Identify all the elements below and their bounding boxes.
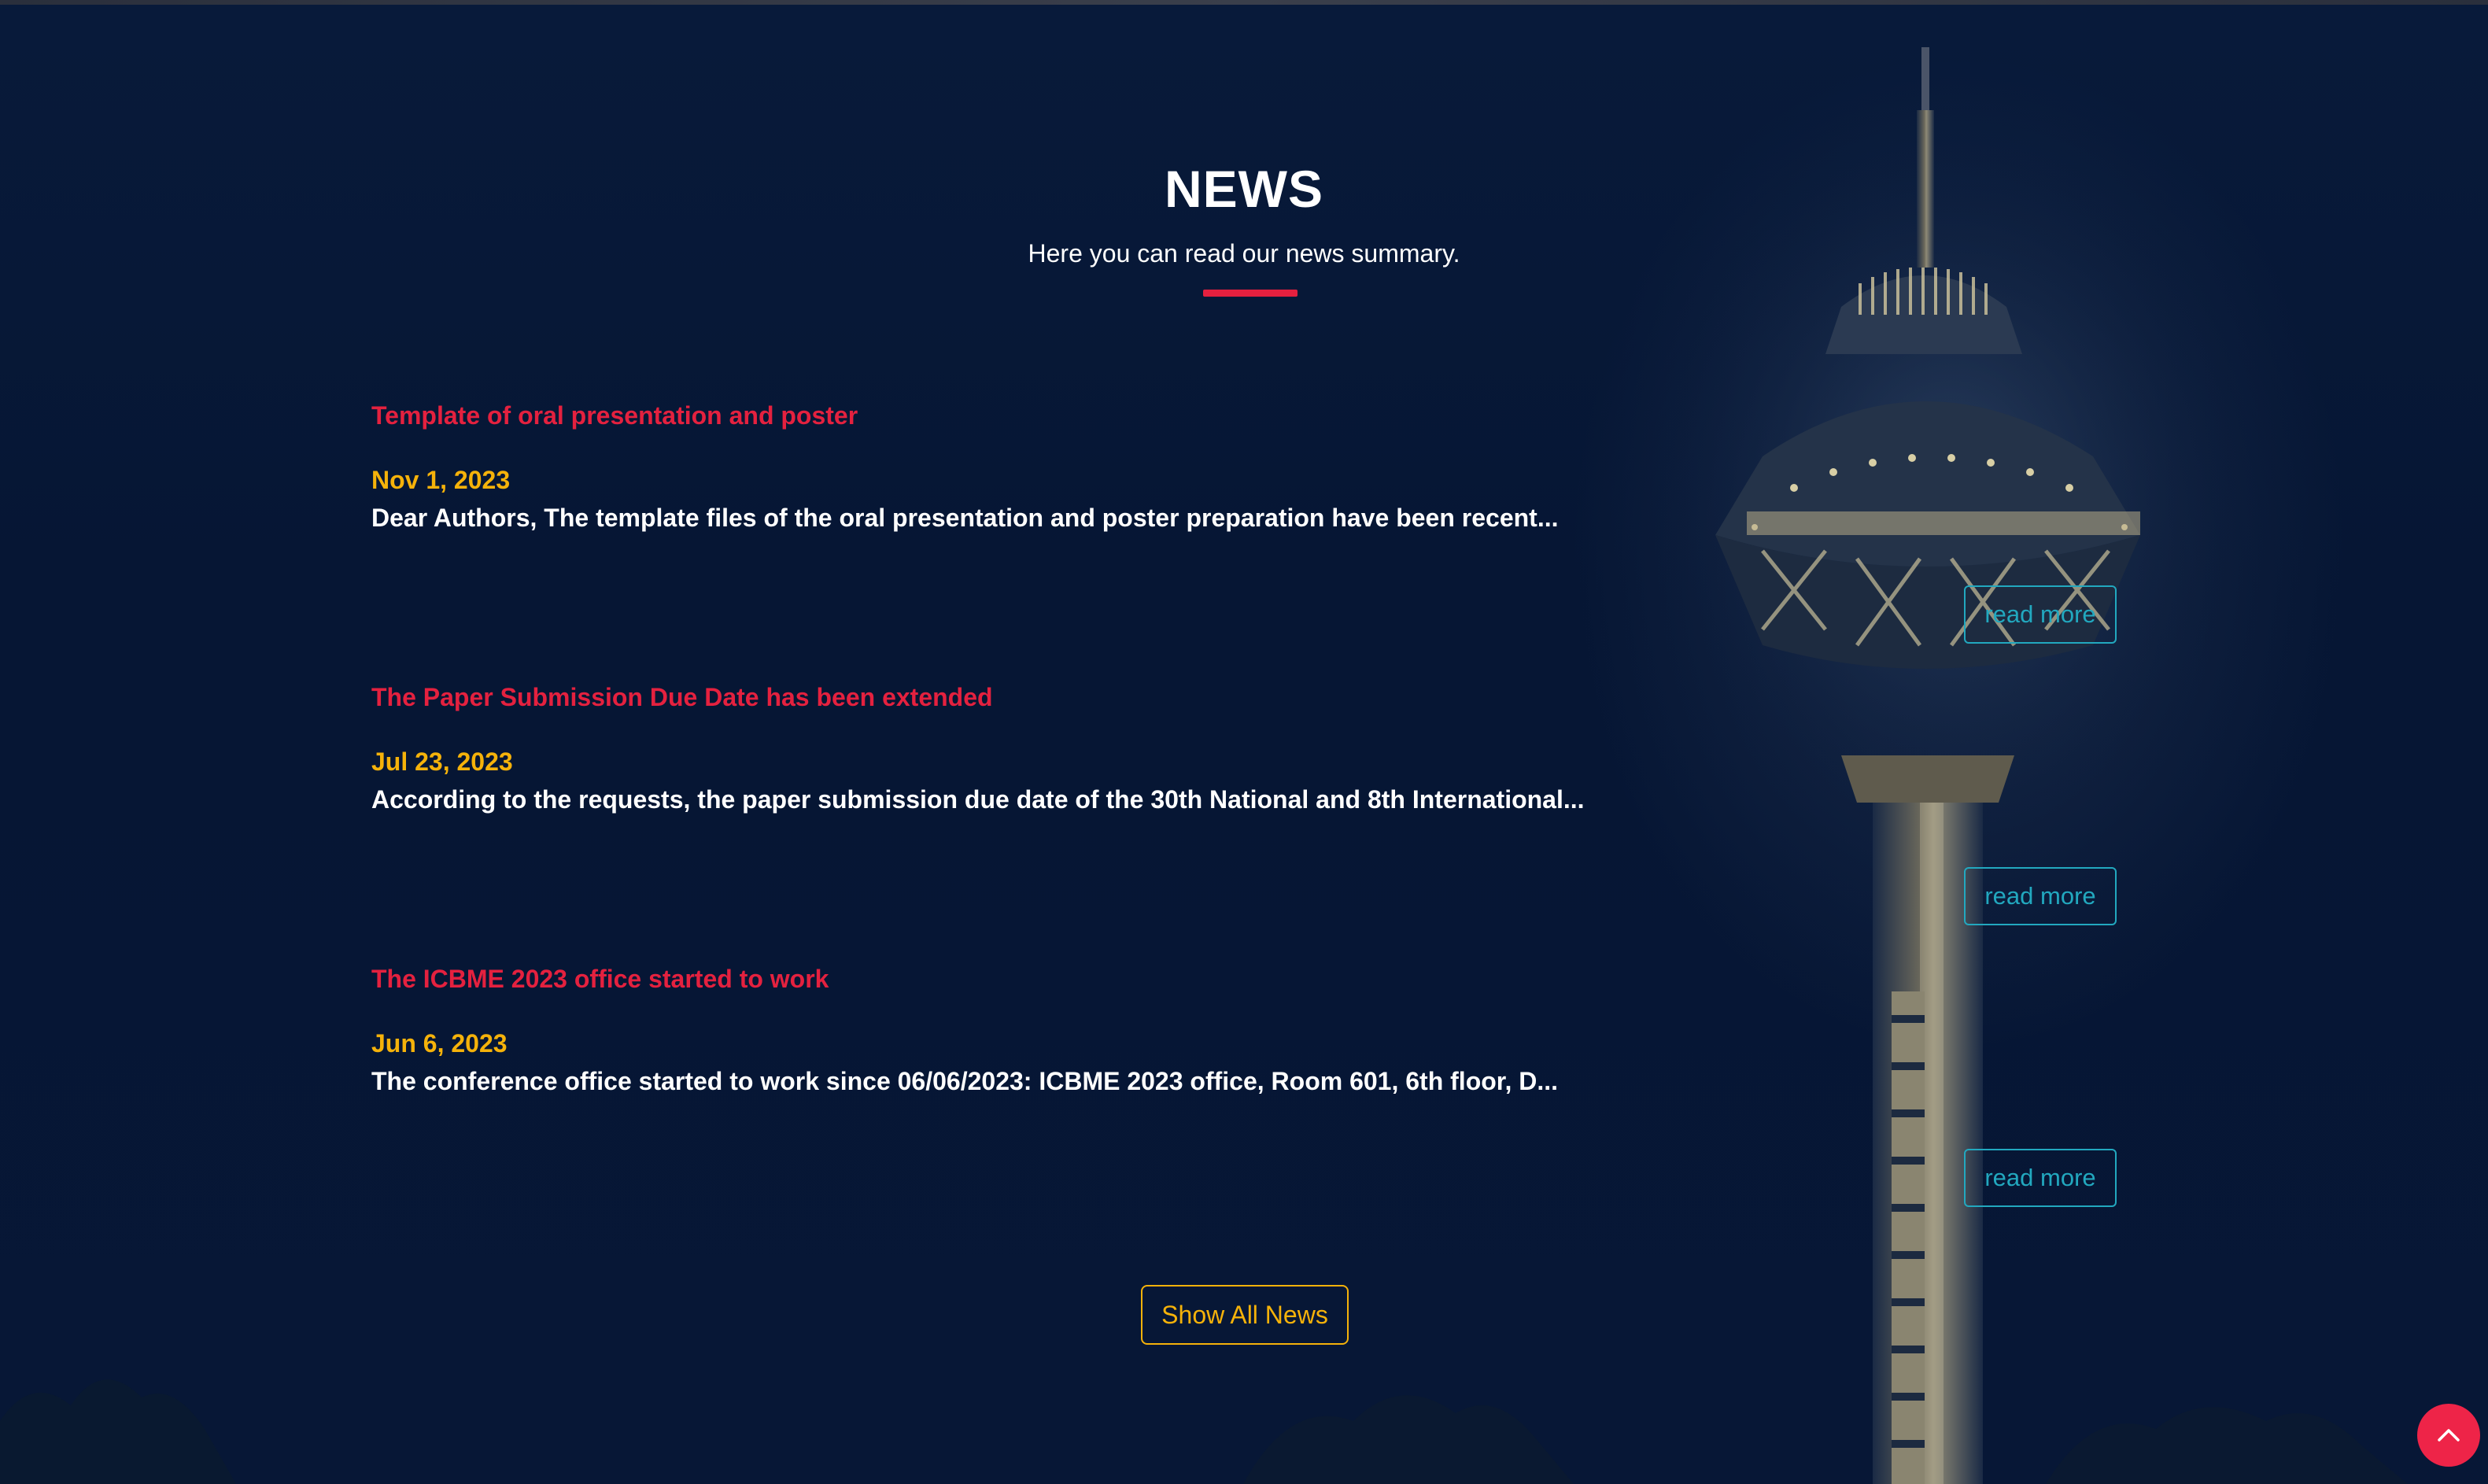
top-divider: [0, 0, 2488, 5]
news-item: The Paper Submission Due Date has been e…: [371, 681, 2118, 815]
news-excerpt: Dear Authors, The template files of the …: [371, 504, 1559, 532]
news-item: The ICBME 2023 office started to work Ju…: [371, 963, 2118, 1097]
news-title-link[interactable]: The ICBME 2023 office started to work: [371, 963, 2118, 995]
news-section: NEWS Here you can read our news summary.…: [0, 0, 2488, 1484]
news-date: Jul 23, 2023: [371, 748, 513, 776]
show-all-news-button[interactable]: Show All News: [1141, 1285, 1349, 1345]
news-excerpt: The conference office started to work si…: [371, 1067, 1559, 1095]
news-date: Jun 6, 2023: [371, 1029, 508, 1058]
news-title-link[interactable]: Template of oral presentation and poster: [371, 400, 2118, 431]
scroll-to-top-button[interactable]: [2417, 1404, 2480, 1467]
section-header: NEWS Here you can read our news summary.: [0, 157, 2488, 297]
section-title: NEWS: [1165, 160, 1323, 218]
news-excerpt: According to the requests, the paper sub…: [371, 785, 1585, 814]
title-underline: [1203, 290, 1298, 297]
read-more-button[interactable]: read more: [1964, 1149, 2117, 1207]
read-more-button[interactable]: read more: [1964, 585, 2117, 644]
read-more-button[interactable]: read more: [1964, 867, 2117, 925]
background-trees-image: [0, 1379, 2408, 1484]
chevron-up-icon: [2438, 1429, 2460, 1442]
news-item: Template of oral presentation and poster…: [371, 400, 2118, 533]
news-date: Nov 1, 2023: [371, 466, 511, 494]
section-subtitle: Here you can read our news summary.: [1028, 239, 1460, 268]
news-title-link[interactable]: The Paper Submission Due Date has been e…: [371, 681, 2118, 713]
